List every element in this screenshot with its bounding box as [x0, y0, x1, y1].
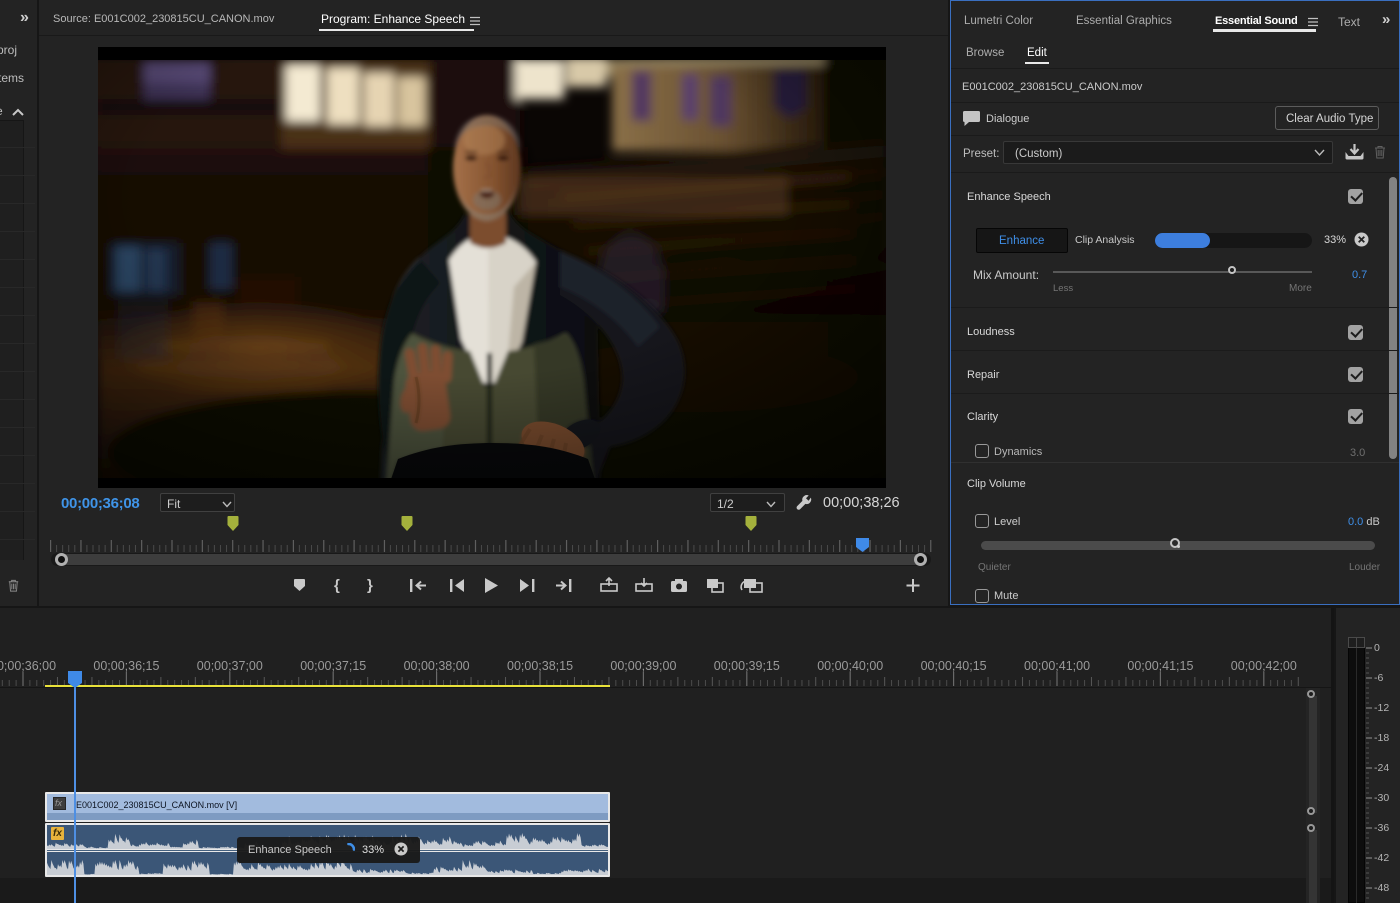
svg-text:{: {	[334, 577, 340, 594]
svg-text:}: }	[367, 577, 373, 594]
